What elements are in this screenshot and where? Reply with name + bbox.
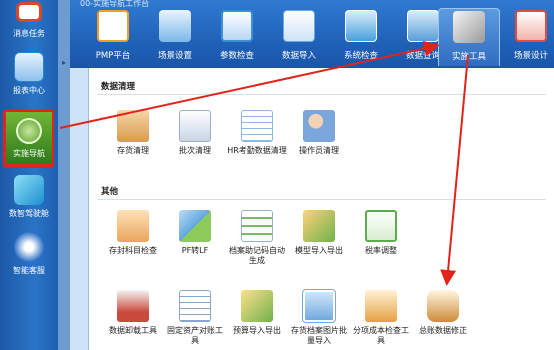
- tool-label: 存货清理: [117, 146, 149, 155]
- tool-label: HR考勤数据清理: [227, 146, 287, 155]
- message-icon: [16, 2, 42, 22]
- asset-reconcile-icon: [179, 290, 211, 322]
- tool-pf-to-lf[interactable]: PF转LF: [165, 210, 225, 256]
- data-query-icon: [407, 10, 439, 42]
- tool-image-import[interactable]: 存货档案图片批量导入: [289, 289, 349, 346]
- data-import-icon: [283, 10, 315, 42]
- tool-label: 模型导入导出: [295, 246, 343, 255]
- tool-label: 固定资产对账工具: [167, 326, 223, 345]
- tab-label: 场景设置: [157, 51, 192, 61]
- inventory-clean-icon: [117, 110, 149, 142]
- tool-label: 预算导入导出: [233, 326, 281, 335]
- sidebar-item-reports[interactable]: 报表中心: [0, 52, 58, 110]
- tool-label: 存货档案图片批量导入: [291, 326, 347, 345]
- tab-label: 参数检查: [219, 51, 254, 61]
- tool-tax-rate[interactable]: 税率调整: [351, 210, 411, 256]
- tools-icon: [453, 11, 485, 43]
- tool-label: 税率调整: [365, 246, 397, 255]
- tab-param-check[interactable]: 参数检查: [206, 8, 268, 66]
- tab-system-check[interactable]: 系统检查: [330, 8, 392, 66]
- sidebar-item-label: 报表中心: [13, 86, 45, 95]
- model-io-icon: [303, 210, 335, 242]
- divider: [97, 199, 546, 200]
- tools-panel: 数据清理 存货清理 批次清理 HR考勤数据清理 操作员清理 其他 存封科目检查 …: [88, 68, 554, 350]
- sidebar-item-messages[interactable]: 消息任务: [0, 0, 58, 58]
- tab-scene-settings[interactable]: 场景设置: [144, 8, 206, 66]
- hr-clean-icon: [241, 110, 273, 142]
- tool-batch-clean[interactable]: 批次清理: [165, 110, 225, 156]
- tool-label: 数据卸载工具: [109, 326, 157, 335]
- tool-label: 批次清理: [179, 146, 211, 155]
- tool-mnemonic[interactable]: 档案助记码自动生成: [227, 210, 287, 266]
- account-check-icon: [117, 210, 149, 242]
- tool-label: 总账数据修正: [419, 326, 467, 335]
- ledger-fix-icon: [427, 290, 459, 322]
- data-unload-icon: [117, 290, 149, 322]
- sidebar-item-service[interactable]: 智能客服: [0, 232, 58, 290]
- tab-data-import[interactable]: 数据导入: [268, 8, 330, 66]
- tab-label: 场景设计: [513, 51, 548, 61]
- system-check-icon: [345, 10, 377, 42]
- tool-ledger-fix[interactable]: 总账数据修正: [413, 290, 473, 336]
- top-toolbar: 00-实施导航工作台 PMP平台 场景设置 参数检查 数据导入 系统检查 数据查…: [70, 0, 554, 68]
- scene-icon: [159, 10, 191, 42]
- sidebar-item-label: 智能客服: [13, 266, 45, 275]
- tool-account-check[interactable]: 存封科目检查: [103, 210, 163, 256]
- highlight-box: [3, 110, 54, 168]
- tool-label: 操作员清理: [299, 146, 339, 155]
- tax-rate-icon: [365, 210, 397, 242]
- tool-data-unload[interactable]: 数据卸载工具: [103, 290, 163, 336]
- tab-implementation-tools[interactable]: 实施工具: [438, 8, 500, 66]
- report-icon: [14, 52, 44, 82]
- pin-icon[interactable]: ▸: [62, 58, 70, 70]
- image-import-icon: [302, 289, 336, 323]
- tab-label: PMP平台: [95, 51, 131, 61]
- tool-budget-io[interactable]: 预算导入导出: [227, 290, 287, 336]
- tool-label: 存封科目检查: [109, 246, 157, 255]
- tab-label: 系统检查: [343, 51, 378, 61]
- tool-label: 分项成本检查工具: [353, 326, 409, 345]
- sidebar-item-label: 消息任务: [13, 29, 45, 38]
- collapse-strip[interactable]: [58, 0, 70, 350]
- tab-pmp[interactable]: PMP平台: [82, 8, 144, 66]
- tool-operator-clean[interactable]: 操作员清理: [289, 110, 349, 156]
- divider: [97, 94, 546, 95]
- tool-label: PF转LF: [181, 246, 209, 255]
- left-sidebar: 消息任务 报表中心 实施导航 数智驾驶舱 智能客服: [0, 0, 58, 350]
- pmp-icon: [97, 10, 129, 42]
- service-icon: [14, 232, 44, 262]
- scene-design-icon: [515, 10, 547, 42]
- section-title-cleanup: 数据清理: [101, 82, 136, 92]
- cost-check-icon: [365, 290, 397, 322]
- sidebar-item-label: 数智驾驶舱: [9, 209, 49, 218]
- budget-io-icon: [241, 290, 273, 322]
- tool-inventory-clean[interactable]: 存货清理: [103, 110, 163, 156]
- tool-asset-reconcile[interactable]: 固定资产对账工具: [165, 290, 225, 346]
- tool-model-io[interactable]: 模型导入导出: [289, 210, 349, 256]
- tool-label: 档案助记码自动生成: [229, 246, 285, 265]
- operator-clean-icon: [303, 110, 335, 142]
- tab-scene-design[interactable]: 场景设计: [500, 8, 554, 66]
- mnemonic-icon: [241, 210, 273, 242]
- cockpit-icon: [14, 175, 44, 205]
- checklist-icon: [221, 10, 253, 42]
- tool-hr-clean[interactable]: HR考勤数据清理: [227, 110, 287, 156]
- section-title-other: 其他: [101, 187, 119, 197]
- pf-to-lf-icon: [179, 210, 211, 242]
- tool-cost-check[interactable]: 分项成本检查工具: [351, 290, 411, 346]
- batch-clean-icon: [179, 110, 211, 142]
- tab-label: 数据导入: [281, 51, 316, 61]
- tab-label: 实施工具: [451, 52, 486, 62]
- sidebar-item-cockpit[interactable]: 数智驾驶舱: [0, 175, 58, 233]
